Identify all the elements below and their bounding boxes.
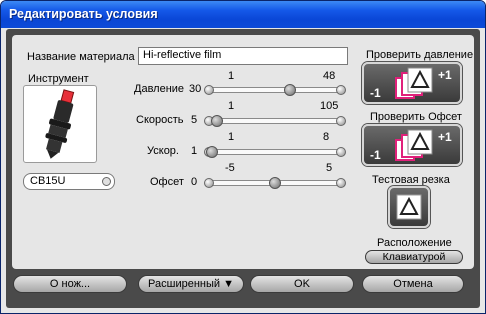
- pressure-test-button[interactable]: -1 +1: [362, 62, 462, 104]
- material-name-input[interactable]: Hi-reflective film: [138, 47, 348, 65]
- pressure-slider[interactable]: [204, 84, 346, 96]
- test-cut-label: Тестовая резка: [372, 174, 450, 186]
- slider-max-dot-icon: [336, 147, 346, 157]
- ok-button[interactable]: OK: [250, 275, 354, 293]
- slider-min-dot-icon: [204, 85, 214, 95]
- pressure-minus-label: -1: [370, 86, 381, 100]
- offset-max: 5: [326, 162, 333, 174]
- pressure-max: 48: [323, 70, 336, 82]
- accel-label: Ускор.: [147, 145, 179, 157]
- pressure-value: 30: [189, 83, 202, 95]
- accel-slider[interactable]: [204, 146, 346, 158]
- test-offset-icon: -1 +1: [370, 129, 452, 162]
- speed-max: 105: [320, 100, 339, 112]
- speed-min: 1: [228, 100, 235, 112]
- slider-min-dot-icon: [204, 178, 214, 188]
- offset-minus-label: -1: [370, 148, 381, 162]
- tool-image: [23, 85, 97, 163]
- offset-value: 0: [191, 176, 198, 188]
- slider-max-dot-icon: [336, 116, 346, 126]
- offset-plus-label: +1: [438, 130, 452, 144]
- test-cut-icon: [396, 194, 422, 220]
- accel-value: 1: [191, 145, 198, 157]
- offset-label: Офсет: [150, 176, 184, 188]
- speed-slider-thumb[interactable]: [211, 115, 223, 127]
- accel-max: 8: [323, 131, 330, 143]
- title-bar[interactable]: Редактировать условия: [1, 1, 485, 28]
- test-cut-button[interactable]: [388, 186, 430, 228]
- pressure-min: 1: [228, 70, 235, 82]
- material-name-label: Название материала: [27, 51, 135, 63]
- tool-label: Инструмент: [28, 73, 89, 85]
- tool-select-value: CB15U: [30, 175, 66, 187]
- tool-select[interactable]: CB15U: [23, 173, 115, 190]
- about-knife-button[interactable]: О нож...: [13, 275, 127, 293]
- cutter-holder-icon: [45, 89, 75, 159]
- dropdown-knob-icon: [102, 177, 111, 186]
- advanced-button[interactable]: Расширенный ▼: [138, 275, 244, 293]
- speed-value: 5: [191, 114, 198, 126]
- accel-slider-thumb[interactable]: [206, 146, 218, 158]
- slider-max-dot-icon: [336, 178, 346, 188]
- window-title: Редактировать условия: [9, 7, 158, 21]
- edit-conditions-dialog: Редактировать условия Название материала…: [0, 0, 486, 314]
- pressure-slider-thumb[interactable]: [284, 84, 296, 96]
- offset-test-label: Проверить Офсет: [370, 111, 462, 123]
- slider-max-dot-icon: [336, 85, 346, 95]
- speed-slider[interactable]: [204, 115, 346, 127]
- speed-label: Скорость: [136, 114, 184, 126]
- offset-slider-thumb[interactable]: [269, 177, 281, 189]
- pressure-plus-label: +1: [438, 68, 452, 82]
- cancel-button[interactable]: Отмена: [362, 275, 464, 293]
- keyboard-location-button[interactable]: Клавиатурой: [365, 250, 463, 264]
- offset-test-button[interactable]: -1 +1: [362, 124, 462, 166]
- test-pressure-icon: -1 +1: [370, 67, 452, 100]
- pressure-label: Давление: [134, 83, 185, 95]
- offset-min: -5: [225, 162, 235, 174]
- offset-slider[interactable]: [204, 177, 346, 189]
- pressure-test-label: Проверить давление: [366, 49, 474, 61]
- location-label: Расположение: [377, 237, 452, 249]
- accel-min: 1: [228, 131, 235, 143]
